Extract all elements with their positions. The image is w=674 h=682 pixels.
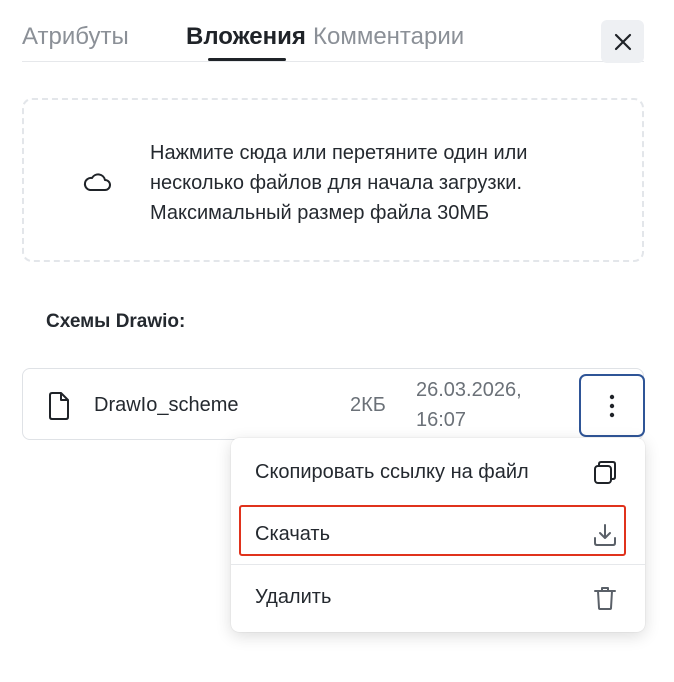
kebab-menu-icon [609, 394, 615, 417]
file-row[interactable]: DrawIo_scheme 2КБ 26.03.2026, 16:07 [22, 368, 645, 440]
file-actions-button[interactable] [579, 374, 645, 437]
tab-comments[interactable]: Комментарии [313, 22, 464, 52]
file-date-day: 26.03.2026, [416, 379, 522, 401]
copy-icon [594, 461, 616, 484]
menu-item-copy-link[interactable]: Скопировать ссылку на файл [231, 444, 645, 502]
close-button[interactable] [601, 20, 644, 63]
menu-item-delete[interactable]: Удалить [231, 569, 645, 627]
menu-item-label: Удалить [255, 586, 332, 608]
upload-instructions: Нажмите сюда или перетяните один или нес… [150, 142, 528, 224]
tab-attributes[interactable]: Атрибуты [22, 22, 129, 52]
tabs-bar: Атрибуты Вложения Комментарии [22, 0, 644, 62]
section-title: Схемы Drawio: [46, 311, 186, 332]
tab-attachments[interactable]: Вложения [186, 22, 306, 52]
cloud-icon [83, 173, 111, 191]
upload-dropzone[interactable]: Нажмите сюда или перетяните один или нес… [22, 98, 644, 262]
trash-icon [594, 587, 616, 610]
file-icon [49, 392, 69, 420]
file-date: 26.03.2026, 16:07 [416, 375, 522, 435]
active-tab-indicator [208, 58, 286, 61]
file-date-time: 16:07 [416, 409, 467, 431]
close-icon [614, 33, 631, 50]
menu-item-label: Скопировать ссылку на файл [255, 461, 529, 483]
file-name: DrawIo_scheme [94, 394, 239, 416]
file-size: 2КБ [350, 394, 386, 416]
file-context-menu: Скопировать ссылку на файл Скачать Удали… [231, 438, 645, 632]
menu-divider [231, 564, 645, 565]
download-highlight-box [239, 505, 626, 556]
tabs-divider [22, 61, 644, 62]
